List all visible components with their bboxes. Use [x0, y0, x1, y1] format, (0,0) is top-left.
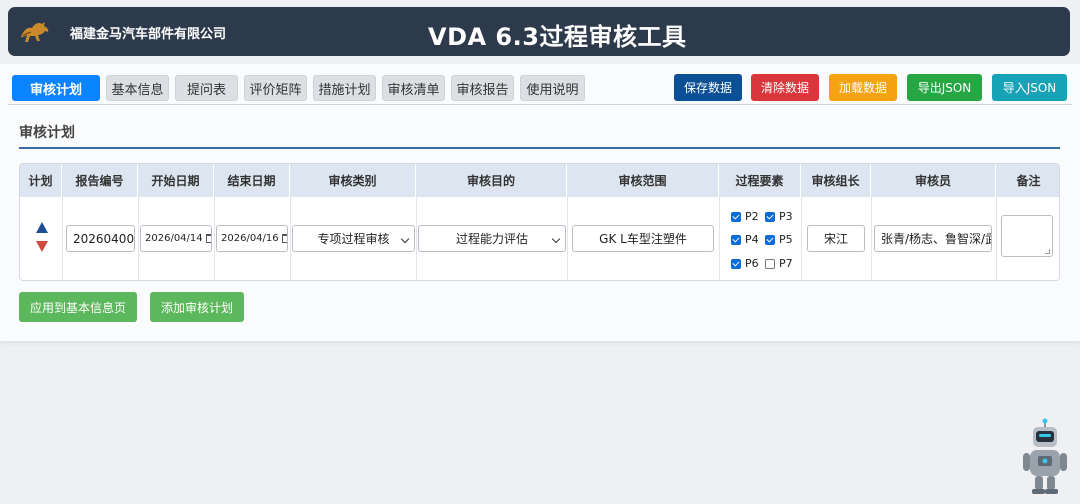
checkbox-unchecked-icon [765, 258, 775, 269]
end-date-value: 2026/04/16 [221, 233, 279, 244]
col-category: 审核类别 [290, 164, 416, 197]
tab-audit-report[interactable]: 审核报告 [451, 75, 514, 101]
element-label: P3 [779, 210, 793, 223]
tabs-divider [8, 104, 1072, 105]
element-checkbox-p2[interactable]: P2 [731, 210, 759, 223]
main-panel: 审核计划 基本信息 提问表 评价矩阵 措施计划 审核清单 审核报告 使用说明 保… [0, 64, 1080, 341]
section-rule [19, 147, 1060, 149]
audit-plan-table: 计划 报告编号 开始日期 结束日期 审核类别 审核目的 审核范围 过程要素 审核… [19, 163, 1060, 281]
scope-input[interactable]: GK L车型注塑件 [572, 225, 714, 252]
column-divider [214, 197, 215, 280]
col-plan: 计划 [20, 164, 62, 197]
tab-questionnaire[interactable]: 提问表 [175, 75, 238, 101]
app-header: 福建金马汽车部件有限公司 VDA 6.3过程审核工具 [8, 7, 1070, 56]
element-checkbox-p6[interactable]: P6 [731, 257, 759, 270]
col-report-no: 报告编号 [62, 164, 138, 197]
end-date-input[interactable]: 2026/04/16 [216, 225, 288, 252]
column-divider [801, 197, 802, 280]
remarks-textarea[interactable] [1001, 215, 1053, 257]
column-divider [996, 197, 997, 280]
app-title: VDA 6.3过程审核工具 [428, 23, 687, 51]
chevron-down-icon [551, 234, 561, 244]
col-start-date: 开始日期 [138, 164, 214, 197]
element-checkbox-p4[interactable]: P4 [731, 233, 759, 246]
purpose-select[interactable]: 过程能力评估 [418, 225, 566, 252]
element-label: P2 [745, 210, 759, 223]
element-label: P4 [745, 233, 759, 246]
import-json-button[interactable]: 导入JSON [992, 74, 1067, 101]
resize-handle-icon[interactable] [1045, 249, 1050, 254]
chevron-down-icon [400, 234, 410, 244]
section-title: 审核计划 [19, 125, 75, 141]
calendar-icon[interactable] [281, 234, 287, 243]
col-end-date: 结束日期 [214, 164, 290, 197]
start-date-input[interactable]: 2026/04/14 [140, 225, 212, 252]
tab-audit-checklist[interactable]: 审核清单 [382, 75, 445, 101]
start-date-value: 2026/04/14 [145, 233, 203, 244]
horse-logo-icon [21, 22, 49, 42]
element-label: P6 [745, 257, 759, 270]
company-name: 福建金马汽车部件有限公司 [70, 27, 227, 42]
col-purpose: 审核目的 [416, 164, 567, 197]
tab-instructions[interactable]: 使用说明 [520, 75, 585, 101]
apply-to-basic-info-button[interactable]: 应用到基本信息页 [19, 292, 137, 322]
move-down-icon[interactable] [36, 241, 48, 252]
tab-action-plan[interactable]: 措施计划 [313, 75, 376, 101]
calendar-icon[interactable] [205, 234, 211, 243]
col-elements: 过程要素 [719, 164, 801, 197]
export-json-button[interactable]: 导出JSON [907, 74, 982, 101]
category-value: 专项过程审核 [317, 232, 390, 246]
auditors-input[interactable]: 张青/杨志、鲁智深/武 [874, 225, 992, 252]
column-divider [567, 197, 568, 280]
column-divider [138, 197, 139, 280]
col-remarks: 备注 [1016, 174, 1041, 188]
leader-input[interactable]: 宋江 [807, 225, 865, 252]
checkbox-checked-icon [765, 211, 775, 222]
column-divider [416, 197, 417, 280]
column-divider [719, 197, 720, 280]
element-checkbox-p3[interactable]: P3 [765, 210, 793, 223]
checkbox-checked-icon [765, 234, 775, 245]
checkbox-checked-icon [731, 258, 741, 269]
column-divider [290, 197, 291, 280]
checkbox-checked-icon [731, 211, 741, 222]
element-label: P7 [779, 257, 793, 270]
robot-assistant-icon[interactable] [1020, 418, 1070, 496]
element-label: P5 [779, 233, 793, 246]
tab-audit-plan[interactable]: 审核计划 [12, 75, 100, 101]
save-data-button[interactable]: 保存数据 [674, 74, 742, 101]
purpose-value: 过程能力评估 [455, 232, 528, 246]
element-checkbox-p5[interactable]: P5 [765, 233, 793, 246]
column-divider [871, 197, 872, 280]
element-checkbox-p7[interactable]: P7 [765, 257, 793, 270]
tab-basic-info[interactable]: 基本信息 [106, 75, 169, 101]
load-data-button[interactable]: 加载数据 [829, 74, 897, 101]
col-auditors: 审核员 [871, 164, 996, 197]
add-audit-plan-button[interactable]: 添加审核计划 [150, 292, 244, 322]
clear-data-button[interactable]: 清除数据 [751, 74, 819, 101]
col-leader: 审核组长 [801, 164, 871, 197]
table-header: 计划 报告编号 开始日期 结束日期 审核类别 审核目的 审核范围 过程要素 审核… [20, 164, 1059, 197]
col-scope: 审核范围 [567, 164, 719, 197]
category-select[interactable]: 专项过程审核 [292, 225, 415, 252]
move-up-icon[interactable] [36, 222, 48, 233]
report-no-input[interactable]: 202604001 [66, 225, 135, 252]
checkbox-checked-icon [731, 234, 741, 245]
column-divider [62, 197, 63, 280]
tab-rating-matrix[interactable]: 评价矩阵 [244, 75, 307, 101]
